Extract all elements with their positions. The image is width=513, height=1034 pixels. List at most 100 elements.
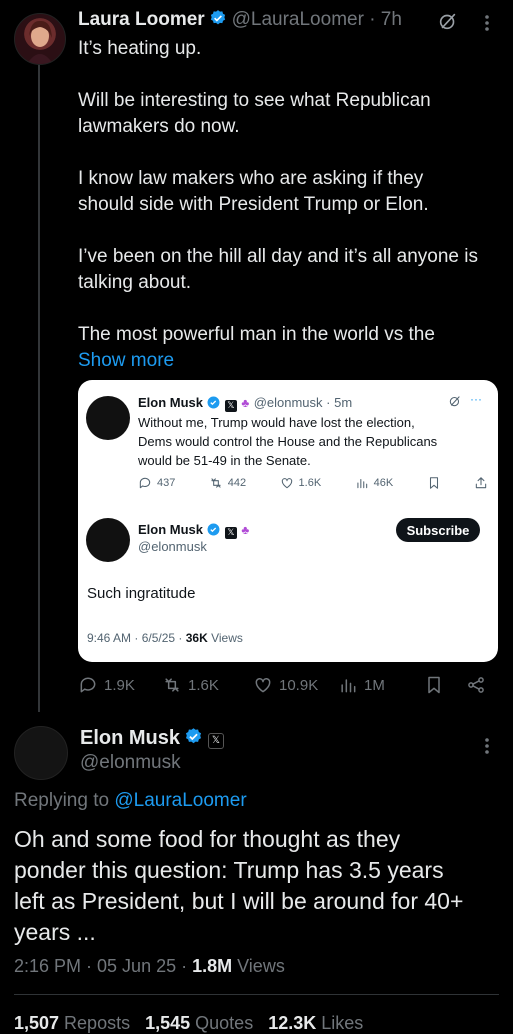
quote-header: Elon Musk 𝕏 ♣ @elonmusk · 5m [138, 394, 352, 412]
quote-reposts: 442 [209, 476, 246, 490]
avatar-portrait-icon [27, 20, 53, 64]
quotes-stat[interactable]: 1,545 Quotes [145, 1013, 253, 1033]
quote-views-count: 36K [185, 631, 208, 645]
tweet-paragraph: I know law makers who are asking if they… [78, 168, 429, 215]
like-count: 10.9K [279, 676, 319, 694]
tweet-paragraph: I’ve been on the hill all day and it’s a… [78, 246, 478, 293]
tweet-paragraph: The most powerful man in the world vs th… [78, 324, 435, 345]
quote-views-label: Views [207, 631, 243, 645]
tweet-line: left as President, but I will be around … [14, 888, 464, 914]
verified-icon [186, 728, 202, 744]
share-icon [468, 677, 484, 693]
tweet-paragraph: It’s heating up. [78, 38, 202, 59]
quote-line: would be 51-49 in the Senate. [138, 453, 311, 468]
reposts-count: 1,507 [14, 1013, 60, 1033]
elon-main-avatar[interactable] [14, 726, 68, 780]
quote-bookmark [427, 476, 441, 490]
tweet-paragraph: Will be interesting to see what Republic… [78, 90, 431, 137]
metric-value: 1.6K [298, 477, 322, 489]
bookmark-icon [429, 477, 438, 489]
tweet-line: years ... [14, 919, 96, 945]
metric-value: 437 [157, 477, 176, 489]
quoted-screenshot-card[interactable]: Elon Musk 𝕏 ♣ @elonmusk · 5m ··· Without… [78, 380, 498, 662]
metric-value: 442 [227, 477, 247, 489]
quote-replies: 437 [138, 476, 175, 490]
repost-icon [211, 478, 221, 488]
more-icon: ··· [470, 392, 482, 406]
tweet2-header: Elon Musk 𝕏 [80, 727, 224, 750]
quote-author-name: Elon Musk [138, 395, 204, 410]
grok-icon [449, 396, 460, 407]
quote-text: Without me, Trump would have lost the el… [138, 413, 488, 470]
quote-share [474, 476, 488, 490]
views-icon [356, 478, 367, 489]
quote-line: Dems would control the House and the Rep… [138, 434, 438, 449]
replying-handle-link[interactable]: @LauraLoomer [114, 790, 246, 811]
tweet1-header: Laura Loomer @LauraLoomer · 7h [78, 9, 402, 31]
tweet2-text: Oh and some food for thought as they pon… [14, 824, 504, 948]
replying-prefix: Replying to [14, 790, 115, 811]
reply-icon [80, 677, 96, 693]
reposts-label: Reposts [59, 1013, 131, 1033]
laura-avatar[interactable] [14, 13, 66, 65]
author-handle[interactable]: @elonmusk [80, 752, 181, 774]
affiliate-icon: ♣ [241, 523, 250, 537]
quote-views: 46K [355, 476, 394, 490]
affiliate-icon: ♣ [241, 396, 250, 410]
verified-icon [208, 523, 220, 536]
repost-button[interactable]: 1.6K [162, 675, 219, 695]
bookmark-button[interactable] [424, 675, 444, 695]
reply-author-name: Elon Musk [138, 522, 204, 537]
author-name[interactable]: Laura Loomer [78, 9, 205, 30]
subscribe-button: Subscribe [396, 518, 480, 542]
views-button[interactable]: 1M [338, 675, 385, 695]
thread-line [38, 62, 40, 712]
quotes-count: 1,545 [145, 1013, 191, 1033]
likes-count: 12.3K [268, 1013, 317, 1033]
author-handle-time[interactable]: @LauraLoomer · 7h [232, 9, 402, 30]
show-more-link[interactable]: Show more [78, 348, 498, 374]
like-icon [281, 478, 292, 489]
tweet1-action-bar: 1.9K 1.6K 10.9K 1M [78, 675, 488, 701]
share-button[interactable] [466, 675, 486, 695]
elon-avatar [86, 518, 130, 562]
views-icon [341, 679, 356, 693]
author-name[interactable]: Elon Musk [80, 727, 180, 749]
quote-metrics: 437 442 1.6K 46K [138, 476, 488, 490]
views-count: 1.8M [192, 956, 233, 976]
repost-count: 1.6K [188, 676, 219, 694]
like-icon [255, 677, 271, 693]
reply-author-handle: @elonmusk [138, 539, 207, 554]
reply-text: Such ingratitude [87, 585, 196, 602]
grok-icon[interactable] [437, 10, 459, 32]
more-icon[interactable] [480, 735, 494, 757]
verified-icon [208, 396, 220, 409]
verified-icon [211, 10, 226, 25]
reply-button[interactable]: 1.9K [78, 675, 135, 695]
likes-stat[interactable]: 12.3K Likes [268, 1013, 363, 1033]
quote-handle-time: @elonmusk · 5m [253, 395, 353, 410]
likes-label: Likes [316, 1013, 364, 1033]
tweet2-timestamp-row: 2:16 PM · 05 Jun 25 · 1.8M Views [14, 956, 285, 977]
like-button[interactable]: 10.9K [253, 675, 318, 695]
more-icon[interactable] [480, 12, 494, 34]
reposts-stat[interactable]: 1,507 Reposts [14, 1013, 130, 1033]
bookmark-icon [428, 676, 440, 694]
x-badge-icon: 𝕏 [207, 732, 224, 749]
replying-to-row: Replying to @LauraLoomer [14, 790, 247, 812]
x-badge-icon: 𝕏 [224, 526, 237, 539]
metric-value: 46K [373, 477, 394, 489]
views-label: Views [232, 956, 285, 976]
reply-count: 1.9K [104, 676, 135, 694]
tweet-timestamp[interactable]: 2:16 PM · 05 Jun 25 · [14, 956, 192, 976]
reply-icon [139, 477, 151, 489]
quote-timestamp: 9:46 AM · 6/5/25 · [87, 631, 186, 645]
share-icon [475, 477, 487, 489]
x-badge-icon: 𝕏 [224, 399, 237, 412]
repost-icon [165, 678, 179, 692]
quote-likes: 1.6K [280, 476, 322, 490]
quotes-label: Quotes [190, 1013, 254, 1033]
tweet1-text: It’s heating up. Will be interesting to … [78, 36, 498, 374]
elon-avatar [86, 396, 130, 440]
quote-timestamp-row: 9:46 AM · 6/5/25 · 36K Views [87, 631, 243, 645]
